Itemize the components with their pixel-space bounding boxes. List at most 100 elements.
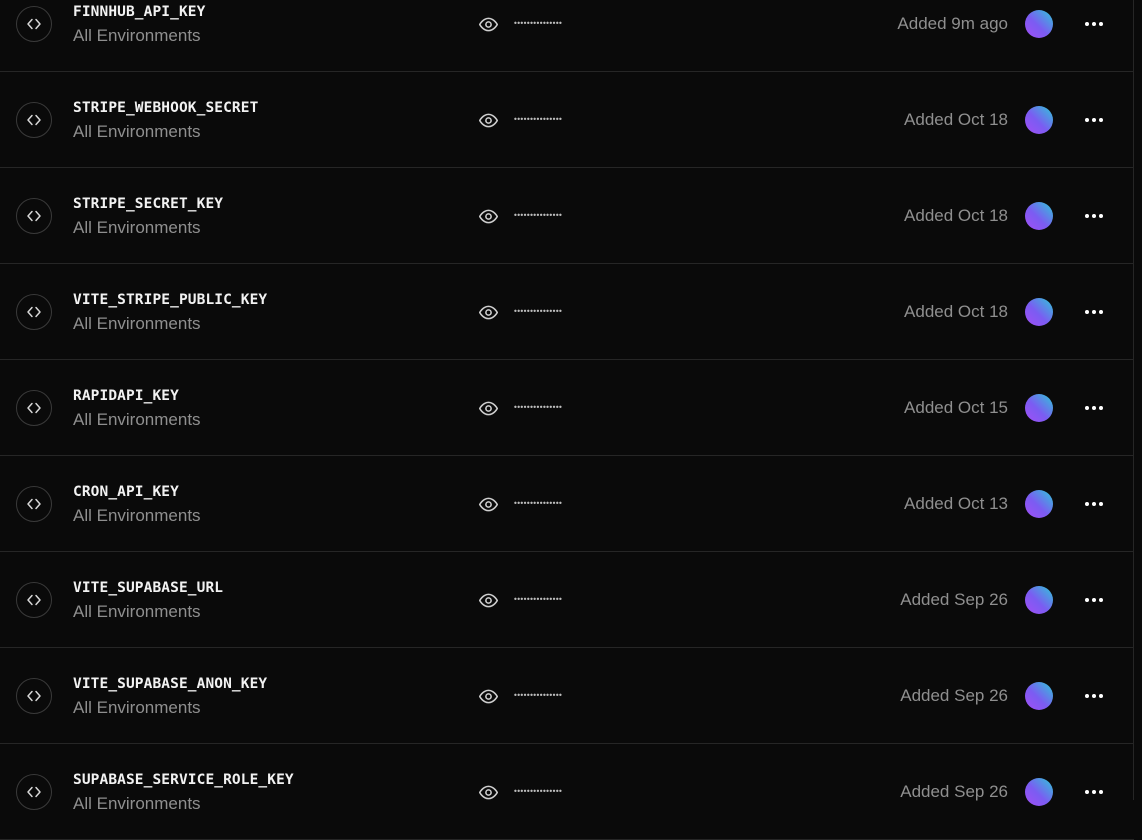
masked-value: •••••••••••••••	[513, 19, 563, 28]
added-date: Added Oct 18	[904, 110, 1008, 129]
masked-value: •••••••••••••••	[513, 211, 563, 220]
variable-value: •••••••••••••••	[477, 589, 563, 611]
masked-value: •••••••••••••••	[513, 595, 563, 604]
env-variable-row: STRIPE_SECRET_KEY All Environments •••••…	[0, 168, 1134, 264]
user-avatar	[1025, 778, 1053, 806]
more-horizontal-icon	[1085, 118, 1103, 122]
masked-value: •••••••••••••••	[513, 115, 563, 124]
more-options-button[interactable]	[1078, 392, 1110, 424]
code-brackets-icon	[16, 678, 52, 714]
more-options-button[interactable]	[1078, 488, 1110, 520]
variable-info: SUPABASE_SERVICE_ROLE_KEY All Environmen…	[73, 770, 294, 815]
variable-name: VITE_SUPABASE_URL	[73, 580, 224, 596]
code-brackets-icon	[16, 582, 52, 618]
added-date: Added Sep 26	[900, 686, 1008, 705]
added-date: Added Oct 18	[904, 206, 1008, 225]
added-date: Added 9m ago	[897, 14, 1008, 33]
more-options-button[interactable]	[1078, 296, 1110, 328]
eye-icon[interactable]	[477, 205, 499, 227]
code-brackets-icon	[16, 198, 52, 234]
variable-name: RAPIDAPI_KEY	[73, 388, 179, 404]
more-horizontal-icon	[1085, 406, 1103, 410]
variable-environment: All Environments	[73, 506, 201, 525]
more-horizontal-icon	[1085, 22, 1103, 26]
eye-icon[interactable]	[477, 493, 499, 515]
code-brackets-icon	[16, 102, 52, 138]
env-variable-row: STRIPE_WEBHOOK_SECRET All Environments •…	[0, 72, 1134, 168]
user-avatar	[1025, 586, 1053, 614]
variable-info: VITE_SUPABASE_ANON_KEY All Environments	[73, 674, 267, 719]
env-variable-row: CRON_API_KEY All Environments ••••••••••…	[0, 456, 1134, 552]
eye-icon[interactable]	[477, 397, 499, 419]
eye-icon[interactable]	[477, 109, 499, 131]
env-variable-row: VITE_SUPABASE_ANON_KEY All Environments …	[0, 648, 1134, 744]
user-avatar	[1025, 106, 1053, 134]
added-date: Added Sep 26	[900, 590, 1008, 609]
variable-info: STRIPE_SECRET_KEY All Environments	[73, 194, 223, 239]
more-horizontal-icon	[1085, 214, 1103, 218]
variable-value: •••••••••••••••	[477, 493, 563, 515]
added-date: Added Oct 18	[904, 302, 1008, 321]
more-horizontal-icon	[1085, 790, 1103, 794]
added-date: Added Sep 26	[900, 782, 1008, 801]
variable-value: •••••••••••••••	[477, 13, 563, 35]
code-brackets-icon	[16, 6, 52, 42]
variable-value: •••••••••••••••	[477, 685, 563, 707]
variable-info: VITE_STRIPE_PUBLIC_KEY All Environments	[73, 290, 267, 335]
eye-icon[interactable]	[477, 589, 499, 611]
code-brackets-icon	[16, 774, 52, 810]
variable-name: STRIPE_SECRET_KEY	[73, 196, 224, 212]
variable-environment: All Environments	[73, 122, 201, 141]
variable-info: FINNHUB_API_KEY All Environments	[73, 2, 205, 47]
env-variable-list: FINNHUB_API_KEY All Environments •••••••…	[0, 0, 1134, 840]
eye-icon[interactable]	[477, 13, 499, 35]
variable-name: STRIPE_WEBHOOK_SECRET	[73, 100, 259, 116]
user-avatar	[1025, 682, 1053, 710]
panel-border	[1133, 0, 1134, 800]
user-avatar	[1025, 490, 1053, 518]
code-brackets-icon	[16, 294, 52, 330]
variable-name: VITE_STRIPE_PUBLIC_KEY	[73, 292, 268, 308]
variable-info: STRIPE_WEBHOOK_SECRET All Environments	[73, 98, 258, 143]
masked-value: •••••••••••••••	[513, 403, 563, 412]
more-options-button[interactable]	[1078, 680, 1110, 712]
variable-name: CRON_API_KEY	[73, 484, 179, 500]
variable-environment: All Environments	[73, 602, 201, 621]
code-brackets-icon	[16, 390, 52, 426]
env-variable-row: FINNHUB_API_KEY All Environments •••••••…	[0, 0, 1134, 72]
more-options-button[interactable]	[1078, 584, 1110, 616]
variable-info: CRON_API_KEY All Environments	[73, 482, 201, 527]
masked-value: •••••••••••••••	[513, 499, 563, 508]
more-options-button[interactable]	[1078, 776, 1110, 808]
variable-name: FINNHUB_API_KEY	[73, 4, 206, 20]
more-horizontal-icon	[1085, 310, 1103, 314]
more-options-button[interactable]	[1078, 200, 1110, 232]
variable-value: •••••••••••••••	[477, 301, 563, 323]
variable-info: VITE_SUPABASE_URL All Environments	[73, 578, 223, 623]
env-variable-row: VITE_STRIPE_PUBLIC_KEY All Environments …	[0, 264, 1134, 360]
added-date: Added Oct 13	[904, 494, 1008, 513]
variable-environment: All Environments	[73, 314, 201, 333]
masked-value: •••••••••••••••	[513, 307, 563, 316]
env-variable-row: RAPIDAPI_KEY All Environments ••••••••••…	[0, 360, 1134, 456]
variable-name: SUPABASE_SERVICE_ROLE_KEY	[73, 772, 294, 788]
variable-environment: All Environments	[73, 26, 201, 45]
eye-icon[interactable]	[477, 685, 499, 707]
more-options-button[interactable]	[1078, 104, 1110, 136]
code-brackets-icon	[16, 486, 52, 522]
masked-value: •••••••••••••••	[513, 691, 563, 700]
env-variable-row: SUPABASE_SERVICE_ROLE_KEY All Environmen…	[0, 744, 1134, 840]
variable-environment: All Environments	[73, 410, 201, 429]
variable-environment: All Environments	[73, 794, 201, 813]
variable-value: •••••••••••••••	[477, 109, 563, 131]
variable-value: •••••••••••••••	[477, 397, 563, 419]
more-options-button[interactable]	[1078, 8, 1110, 40]
user-avatar	[1025, 202, 1053, 230]
env-variable-row: VITE_SUPABASE_URL All Environments •••••…	[0, 552, 1134, 648]
eye-icon[interactable]	[477, 301, 499, 323]
variable-environment: All Environments	[73, 698, 201, 717]
more-horizontal-icon	[1085, 502, 1103, 506]
user-avatar	[1025, 10, 1053, 38]
variable-info: RAPIDAPI_KEY All Environments	[73, 386, 201, 431]
more-horizontal-icon	[1085, 694, 1103, 698]
